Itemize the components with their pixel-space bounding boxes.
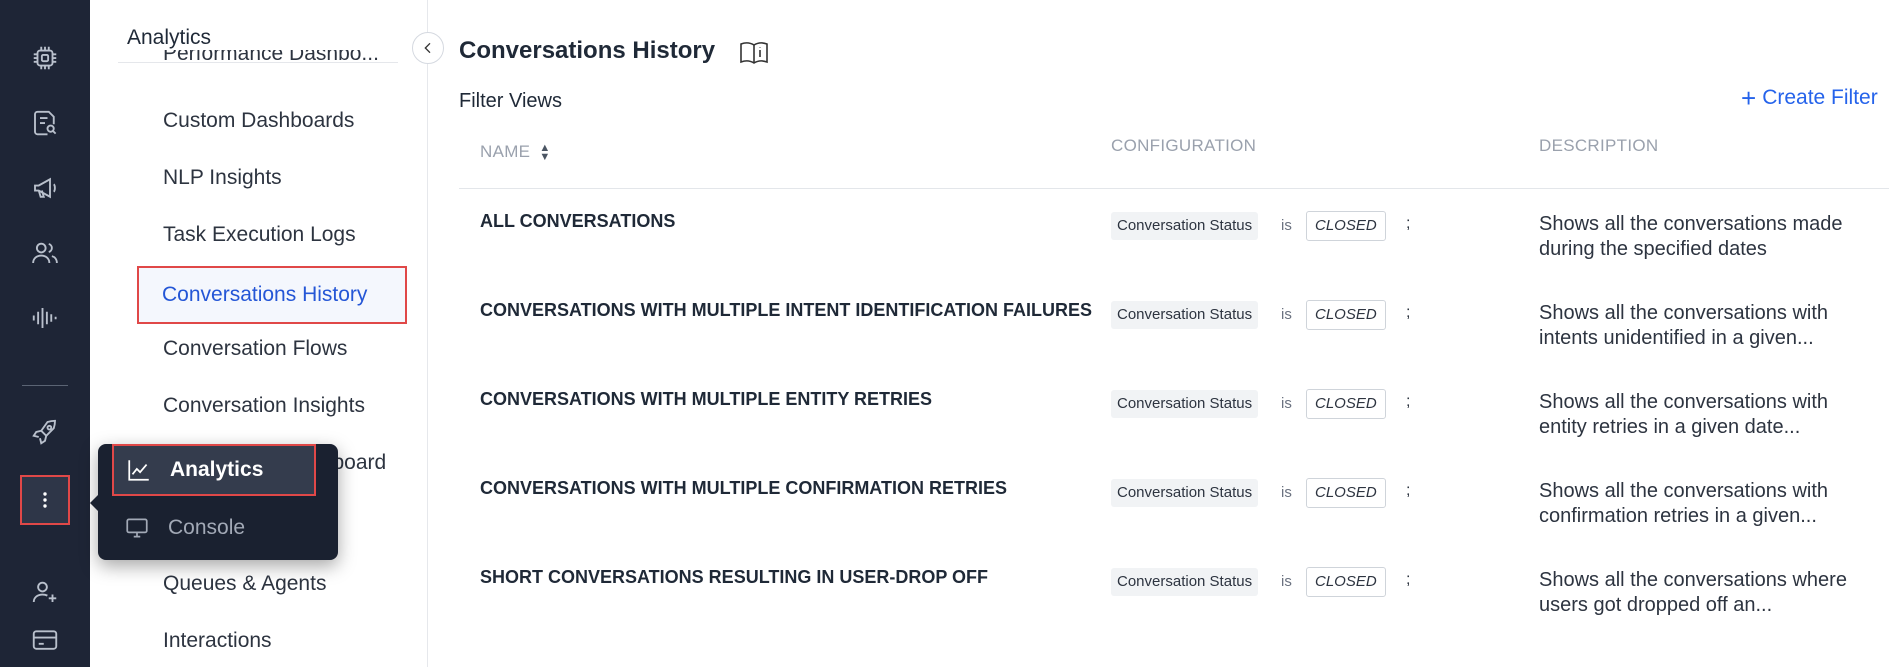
popover-item-label: Console: [168, 516, 246, 539]
config-separator: ;: [1406, 571, 1411, 588]
chip-icon[interactable]: [25, 38, 65, 78]
popover-item-analytics[interactable]: Analytics: [112, 444, 316, 496]
config-value-chip: CLOSED: [1306, 567, 1386, 597]
main-content: Conversations History Filter Views + Cre…: [429, 0, 1900, 667]
table-row[interactable]: ALL CONVERSATIONS Conversation Status is…: [429, 189, 1900, 278]
config-field-pill: Conversation Status: [1111, 212, 1259, 240]
subnav-item-queues-agents[interactable]: Queues & Agents: [163, 572, 326, 596]
create-filter-button[interactable]: + Create Filter: [1741, 83, 1878, 113]
icon-rail: [0, 0, 90, 667]
config-operator: is: [1281, 573, 1292, 590]
table-row[interactable]: CONVERSATIONS WITH MULTIPLE CONFIRMATION…: [429, 456, 1900, 545]
waveform-icon[interactable]: [25, 298, 65, 338]
column-header-name[interactable]: NAME ▲ ▼: [480, 142, 551, 162]
subnav-title: Analytics: [127, 26, 212, 49]
config-operator: is: [1281, 306, 1292, 323]
config-operator: is: [1281, 217, 1292, 234]
page-title: Conversations History: [459, 37, 716, 64]
monitor-icon: [126, 518, 148, 538]
sort-icon[interactable]: ▲ ▼: [539, 142, 550, 162]
config-field-pill: Conversation Status: [1111, 301, 1259, 329]
workspace-switcher-popover: Analytics Console: [90, 444, 338, 560]
filter-description: Shows all the conversations with intents…: [1539, 302, 1829, 349]
subnav-item-conversation-flows[interactable]: Conversation Flows: [163, 337, 347, 361]
app-root: Analytics Performance Dashbo... Custom D…: [0, 0, 1900, 667]
filter-name[interactable]: CONVERSATIONS WITH MULTIPLE CONFIRMATION…: [480, 478, 1007, 499]
table-row[interactable]: CONVERSATIONS WITH MULTIPLE INTENT IDENT…: [429, 278, 1900, 367]
book-info-icon[interactable]: [739, 40, 769, 66]
table-row[interactable]: SHORT CONVERSATIONS RESULTING IN USER-DR…: [429, 545, 1900, 634]
subnav-item-conversations-history[interactable]: Conversations History: [137, 266, 407, 324]
line-chart-icon: [128, 460, 149, 481]
megaphone-icon[interactable]: [25, 168, 65, 208]
filter-description: Shows all the conversations where users …: [1539, 569, 1847, 616]
subnav-item-task-execution-logs[interactable]: Task Execution Logs: [163, 223, 356, 247]
analytics-subnav: Analytics Performance Dashbo... Custom D…: [90, 0, 428, 667]
subnav-item-conversation-insights[interactable]: Conversation Insights: [163, 394, 365, 418]
filter-name[interactable]: CONVERSATIONS WITH MULTIPLE ENTITY RETRI…: [480, 389, 932, 410]
plus-icon: +: [1741, 83, 1757, 113]
config-field-pill: Conversation Status: [1111, 479, 1259, 507]
popover-item-console[interactable]: Console: [112, 502, 316, 554]
config-field-pill: Conversation Status: [1111, 390, 1259, 418]
config-separator: ;: [1406, 482, 1411, 499]
users-icon[interactable]: [25, 233, 65, 273]
config-value-chip: CLOSED: [1306, 478, 1386, 508]
filter-name[interactable]: ALL CONVERSATIONS: [480, 211, 675, 232]
config-value-chip: CLOSED: [1306, 300, 1386, 330]
subnav-item-nlp-insights[interactable]: NLP Insights: [163, 166, 282, 190]
subnav-item-label: Conversations History: [162, 283, 368, 306]
rail-divider: [22, 385, 68, 386]
column-header-description: DESCRIPTION: [1539, 136, 1659, 155]
more-menu-button[interactable]: [20, 475, 70, 525]
subnav-item-interactions[interactable]: Interactions: [163, 629, 272, 653]
filter-description: Shows all the conversations made during …: [1539, 213, 1843, 260]
config-operator: is: [1281, 395, 1292, 412]
config-separator: ;: [1406, 215, 1411, 232]
popover-item-label: Analytics: [170, 458, 264, 481]
more-vertical-icon: [43, 492, 47, 508]
document-search-icon[interactable]: [25, 103, 65, 143]
filter-name[interactable]: CONVERSATIONS WITH MULTIPLE INTENT IDENT…: [480, 300, 1092, 321]
config-value-chip: CLOSED: [1306, 211, 1386, 241]
config-separator: ;: [1406, 304, 1411, 321]
filter-description: Shows all the conversations with confirm…: [1539, 480, 1829, 527]
config-field-pill: Conversation Status: [1111, 568, 1259, 596]
add-user-icon[interactable]: [25, 572, 65, 612]
card-icon[interactable]: [25, 620, 65, 660]
subnav-item-custom-dashboards[interactable]: Custom Dashboards: [163, 109, 354, 133]
subnav-divider: [118, 62, 398, 63]
filter-description: Shows all the conversations with entity …: [1539, 391, 1829, 438]
filter-views-label: Filter Views: [459, 90, 562, 112]
popover-arrow: [90, 494, 99, 512]
config-operator: is: [1281, 484, 1292, 501]
table-row[interactable]: CONVERSATIONS WITH MULTIPLE ENTITY RETRI…: [429, 367, 1900, 456]
config-value-chip: CLOSED: [1306, 389, 1386, 419]
rocket-icon[interactable]: [25, 412, 65, 452]
config-separator: ;: [1406, 393, 1411, 410]
create-filter-label: Create Filter: [1762, 86, 1878, 109]
column-header-configuration: CONFIGURATION: [1111, 136, 1257, 155]
filter-name[interactable]: SHORT CONVERSATIONS RESULTING IN USER-DR…: [480, 567, 988, 588]
